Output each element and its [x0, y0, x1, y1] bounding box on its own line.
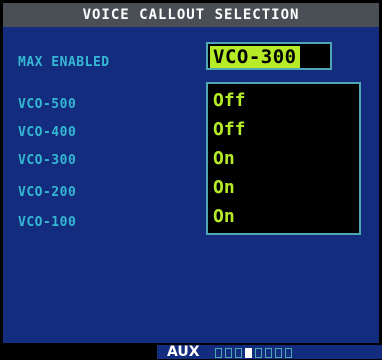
callout-value-vco-200[interactable]: On: [213, 177, 235, 199]
gps-screen: VOICE CALLOUT SELECTION MAX ENABLED VCO-…: [0, 0, 382, 360]
page-box: [285, 348, 292, 358]
page-group-label: AUX: [167, 344, 200, 360]
voice-callout-page: VOICE CALLOUT SELECTION MAX ENABLED VCO-…: [3, 3, 379, 343]
max-enabled-value: VCO-300: [210, 46, 300, 68]
callout-value-vco-300[interactable]: On: [213, 148, 235, 170]
callout-label-vco-300: VCO-300: [18, 153, 77, 168]
callout-label-vco-500: VCO-500: [18, 97, 77, 112]
page-title: VOICE CALLOUT SELECTION: [3, 3, 379, 27]
callout-label-vco-200: VCO-200: [18, 185, 77, 200]
callout-values-list: Off Off On On On: [206, 82, 361, 235]
page-box: [275, 348, 282, 358]
page-group-indicator: AUX: [157, 344, 382, 360]
max-enabled-label: MAX ENABLED: [18, 55, 110, 70]
max-enabled-field[interactable]: VCO-300: [206, 42, 332, 70]
page-box: [215, 348, 222, 358]
page-box-active: [245, 348, 252, 358]
page-box: [265, 348, 272, 358]
callout-value-vco-100[interactable]: On: [213, 206, 235, 228]
status-bar: AUX: [0, 344, 382, 360]
page-box: [225, 348, 232, 358]
callout-label-vco-100: VCO-100: [18, 215, 77, 230]
callout-value-vco-400[interactable]: Off: [213, 119, 246, 141]
page-box: [255, 348, 262, 358]
callout-label-vco-400: VCO-400: [18, 125, 77, 140]
page-box: [235, 348, 242, 358]
callout-value-vco-500[interactable]: Off: [213, 90, 246, 112]
